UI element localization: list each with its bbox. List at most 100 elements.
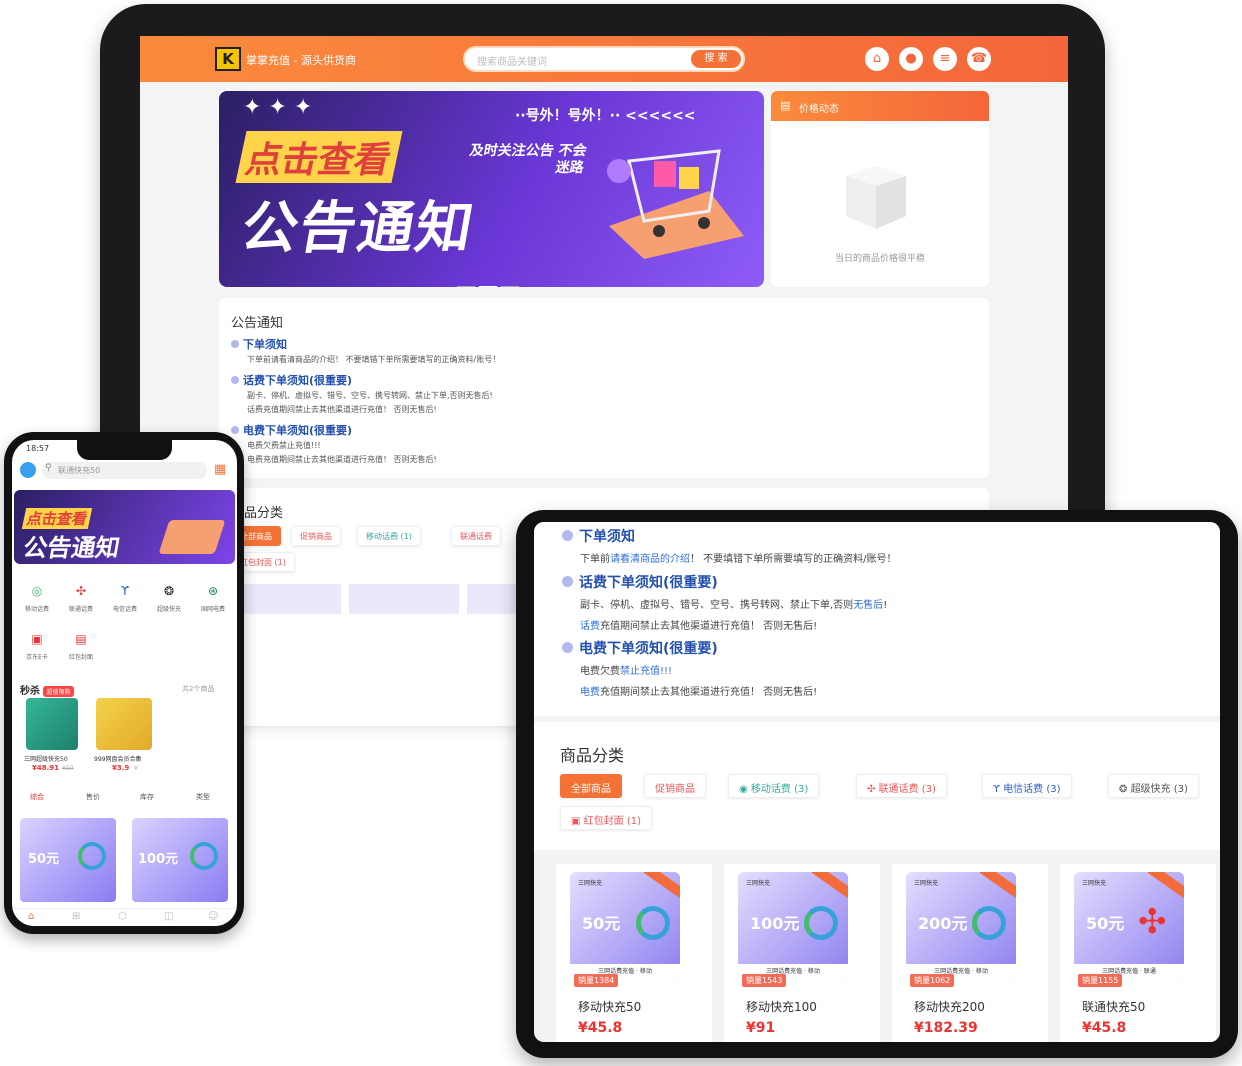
order-icon[interactable]: ≡ — [933, 47, 957, 71]
line-link[interactable]: 电费 — [580, 687, 600, 698]
seckill-title: 秒杀 超值限购 — [20, 682, 74, 697]
tab-user-icon[interactable]: ☺ — [208, 911, 218, 922]
icon-label: 红包封面 — [68, 654, 93, 661]
line-link[interactable]: 请看清商品的介绍 — [610, 554, 690, 565]
tab-order-icon[interactable]: ⬡ — [118, 911, 127, 922]
sort-type[interactable]: 类型 — [196, 792, 210, 802]
tablet-category-panel: 商品分类 全部商品 促销商品 ◉ 移动话费 (3) ✣ 联通话费 (3) ϒ 电… — [534, 722, 1220, 850]
chip-superfast[interactable]: ❂ 超级快充 (3) — [1108, 774, 1199, 798]
tab-cart-icon[interactable]: ◫ — [164, 911, 173, 922]
chip-unicom[interactable]: 联通话费 — [451, 526, 501, 546]
mobile-recharge-icon[interactable]: ◎ — [26, 580, 48, 602]
search-bar[interactable]: 搜索商品关键词 搜 索 — [463, 46, 745, 72]
site-logo[interactable]: K — [215, 47, 241, 71]
phone-search-input[interactable]: 联通快充50 — [42, 462, 207, 479]
seckill-item-name[interactable]: 三网超级快充50 — [24, 754, 68, 763]
search-button[interactable]: 搜 索 — [691, 50, 741, 68]
china-unicom-logo-icon: ✣ — [1138, 902, 1167, 942]
telecom-icon[interactable]: ϒ — [114, 580, 136, 602]
notice-item-title[interactable]: 电费下单须知(很重要) — [562, 638, 718, 658]
seckill-item-image[interactable] — [26, 698, 78, 750]
tablet-notice-panel: 下单须知 下单前请看清商品的介绍！ 不要填错下单所需要填写的正确资料/账号！ 话… — [534, 522, 1220, 716]
product-price: ¥45.8 — [1082, 1020, 1127, 1036]
product-thumb[interactable] — [349, 584, 459, 614]
chip-redpacket[interactable]: ▣ 红包封面 (1) — [560, 806, 652, 830]
notice-banner[interactable]: ✦ ✦ ✦ ··号外！号外！·· <<<<<< 点击查看 及时关注公告 不会迷路… — [219, 91, 764, 287]
chip-all[interactable]: 全部商品 — [560, 774, 622, 798]
unicom-chip-icon: ✣ — [867, 784, 879, 795]
notice-item-title[interactable]: 话费下单须知(很重要) — [562, 572, 718, 592]
carousel-dots[interactable] — [455, 273, 521, 287]
chip-label: 移动话费 (3) — [750, 784, 809, 795]
product-card[interactable]: 三网快充 200元 三网话费充值 · 移动 销量1062 移动快充200 ¥18… — [892, 864, 1048, 1042]
notice-item-title[interactable]: 话费下单须知(很重要) — [231, 372, 352, 388]
sort-price[interactable]: 售价 — [86, 792, 100, 802]
red-packet-icon[interactable]: ▤ — [70, 628, 92, 650]
seckill-item-image[interactable] — [96, 698, 152, 750]
line-link[interactable]: 禁止充值 — [620, 666, 660, 677]
product-name[interactable]: 移动快充50 — [578, 998, 641, 1015]
product-card[interactable]: 100元 — [132, 818, 228, 902]
phone-notch — [77, 440, 172, 460]
line-text: ！ 不要填错下单所需要填写的正确资料/账号！ — [690, 554, 897, 565]
product-thumb[interactable] — [231, 584, 341, 614]
chip-label: 联通话费 (3) — [878, 784, 936, 795]
product-card[interactable]: 三网快充 100元 三网话费充值 · 移动 销量1543 移动快充100 ¥91 — [724, 864, 880, 1042]
product-name[interactable]: 移动快充200 — [914, 998, 985, 1015]
seckill-item-name[interactable]: 999网盘会员合集 — [94, 754, 141, 763]
icon-label: 超级快充 — [156, 606, 181, 613]
product-brand: 三网快充 — [746, 880, 771, 887]
product-image: 三网快充 100元 三网话费充值 · 移动 — [738, 872, 848, 980]
grid-menu-icon[interactable]: ▦ — [214, 462, 226, 477]
superfast-icon[interactable]: ❂ — [158, 580, 180, 602]
sort-stock[interactable]: 库存 — [140, 792, 154, 802]
home-icon[interactable]: ⌂ — [865, 47, 889, 71]
search-input[interactable]: 搜索商品关键词 — [477, 53, 547, 68]
empty-box-icon — [846, 166, 906, 229]
notice-item-title[interactable]: 电费下单须知(很重要) — [231, 422, 352, 438]
sales-badge: 销量1384 — [574, 974, 619, 987]
product-card[interactable]: 三网快充 50元 ✣ 三网话费充值 · 联通 销量1155 联通快充50 ¥45… — [1060, 864, 1216, 1042]
seckill-item-price: ¥48.91 — [32, 764, 60, 772]
phone-banner[interactable]: 点击查看 公告通知 — [14, 490, 235, 564]
line-text: 充值期间禁止去其他渠道进行充值！ 否则无售后! — [600, 621, 818, 632]
line-link[interactable]: 话费 — [580, 621, 600, 632]
avatar[interactable] — [20, 462, 36, 478]
service-icon[interactable]: ☎ — [967, 47, 991, 71]
notice-line: 电费充值期间禁止去其他渠道进行充值！ 否则无售后! — [247, 455, 437, 464]
user-icon[interactable]: ● — [899, 47, 923, 71]
chip-unicom[interactable]: ✣ 联通话费 (3) — [856, 774, 947, 798]
category-title: 商品分类 — [560, 746, 625, 765]
line-link[interactable]: 无售后 — [853, 600, 883, 611]
chip-mobile[interactable]: ◉ 移动话费 (3) — [728, 774, 820, 798]
site-name[interactable]: 掌掌充值 - 源头供货商 — [246, 52, 356, 68]
jd-card-icon[interactable]: ▣ — [26, 628, 48, 650]
chip-telecom[interactable]: ϒ 电信话费 (3) — [982, 774, 1072, 798]
product-name[interactable]: 移动快充100 — [746, 998, 817, 1015]
product-price: ¥91 — [746, 1020, 776, 1036]
phone-banner-title: 公告通知 — [21, 534, 123, 562]
notice-line: 副卡、停机、虚拟号、错号、空号、携号转网、禁止下单,否则无售后! — [247, 391, 493, 400]
chip-label: 红包封面 (1) — [583, 816, 641, 827]
line-text: 副卡、停机、虚拟号、错号、空号、携号转网、禁止下单,否则 — [580, 600, 854, 611]
chip-promo[interactable]: 促销商品 — [644, 774, 706, 798]
product-price: ¥182.39 — [914, 1020, 978, 1036]
notice-item-title[interactable]: 下单须知 — [231, 336, 287, 352]
power-grid-icon[interactable]: ⊛ — [202, 580, 224, 602]
line-text: 下单前 — [580, 554, 610, 565]
notice-panel: 公告通知 下单须知 下单前请看清商品的介绍！ 不要填错下单所需要填写的正确资料/… — [219, 298, 989, 478]
product-name[interactable]: 联通快充50 — [1082, 998, 1145, 1015]
seckill-badge: 超值限购 — [43, 685, 74, 697]
tab-category-icon[interactable]: ⊞ — [72, 911, 80, 922]
tab-home-icon[interactable]: ⌂ — [28, 911, 34, 922]
icon-label: 移动话费 — [24, 606, 49, 613]
chip-mobile[interactable]: 移动话费 (1) — [357, 526, 421, 546]
unicom-icon[interactable]: ✣ — [70, 580, 92, 602]
notice-item-title[interactable]: 下单须知 — [562, 526, 635, 546]
chip-promo[interactable]: 促销商品 — [291, 526, 341, 546]
product-card[interactable]: 三网快充 50元 三网话费充值 · 移动 销量1384 移动快充50 ¥45.8 — [556, 864, 712, 1042]
sort-comprehensive[interactable]: 综合 — [30, 792, 44, 802]
sales-badge: 销量1155 — [1078, 974, 1123, 987]
product-card[interactable]: 50元 — [20, 818, 116, 902]
chip-label: 电信话费 (3) — [1003, 784, 1061, 795]
